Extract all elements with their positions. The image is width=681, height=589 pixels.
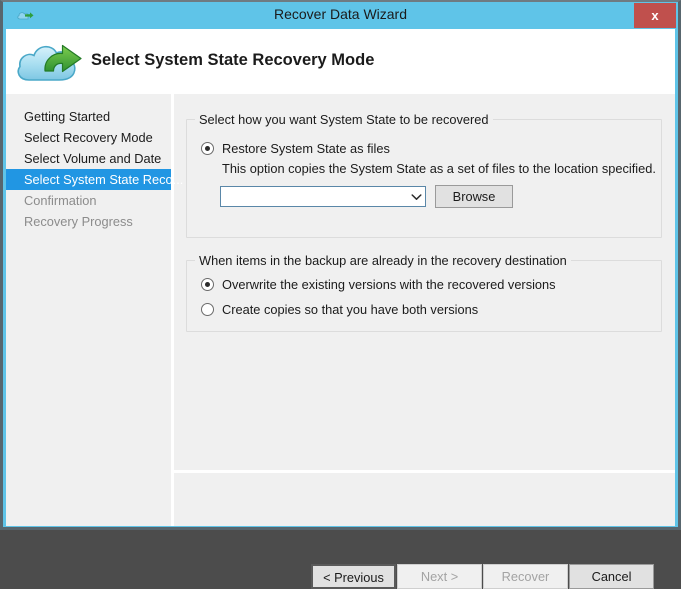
wizard-body: Getting Started Select Recovery Mode Sel… (6, 94, 675, 589)
recovery-mode-groupbox-label: Select how you want System State to be r… (195, 112, 493, 127)
sidebar-item-select-volume-and-date[interactable]: Select Volume and Date (6, 148, 171, 169)
recovery-location-input[interactable] (221, 188, 407, 205)
restore-option-description: This option copies the System State as a… (222, 161, 656, 176)
sidebar-item-getting-started[interactable]: Getting Started (6, 106, 171, 127)
recovery-location-combobox[interactable] (220, 186, 426, 207)
next-button: Next > (397, 564, 482, 589)
radio-label: Overwrite the existing versions with the… (222, 277, 556, 292)
radio-indicator (201, 142, 214, 155)
window-title: Recover Data Wizard (273, 6, 408, 22)
close-button[interactable]: x (634, 3, 676, 28)
recover-data-wizard-window: Recover Data Wizard x Select System Stat… (0, 0, 681, 589)
browse-button[interactable]: Browse (435, 185, 513, 208)
recover-button: Recover (483, 564, 568, 589)
conflict-resolution-groupbox: When items in the backup are already in … (186, 253, 662, 332)
radio-indicator (201, 278, 214, 291)
radio-indicator (201, 303, 214, 316)
radio-restore-system-state-as-files[interactable]: Restore System State as files (201, 141, 390, 156)
wizard-steps-sidebar: Getting Started Select Recovery Mode Sel… (6, 94, 183, 526)
main-content-pane: Select how you want System State to be r… (174, 94, 675, 526)
sidebar-item-recovery-progress: Recovery Progress (24, 214, 133, 229)
radio-label: Restore System State as files (222, 141, 390, 156)
conflict-resolution-groupbox-label: When items in the backup are already in … (195, 253, 571, 268)
title-bar: Recover Data Wizard x (3, 2, 678, 29)
sidebar-item-select-system-state-recovery-mode[interactable]: Select System State Reco... (6, 169, 183, 190)
cancel-button[interactable]: Cancel (569, 564, 654, 589)
cloud-restore-icon (15, 33, 87, 91)
chevron-down-icon[interactable] (407, 187, 425, 206)
wizard-header: Select System State Recovery Mode (6, 29, 675, 94)
radio-overwrite-existing-versions[interactable]: Overwrite the existing versions with the… (201, 277, 556, 292)
radio-create-copies[interactable]: Create copies so that you have both vers… (201, 302, 478, 317)
recovery-mode-groupbox: Select how you want System State to be r… (186, 112, 662, 238)
sidebar-item-confirmation: Confirmation (24, 193, 97, 208)
wizard-footer: < Previous Next > Recover Cancel (174, 473, 675, 589)
previous-button[interactable]: < Previous (311, 564, 396, 589)
page-title: Select System State Recovery Mode (91, 51, 375, 69)
radio-label: Create copies so that you have both vers… (222, 302, 479, 317)
sidebar-item-select-recovery-mode[interactable]: Select Recovery Mode (6, 127, 171, 148)
